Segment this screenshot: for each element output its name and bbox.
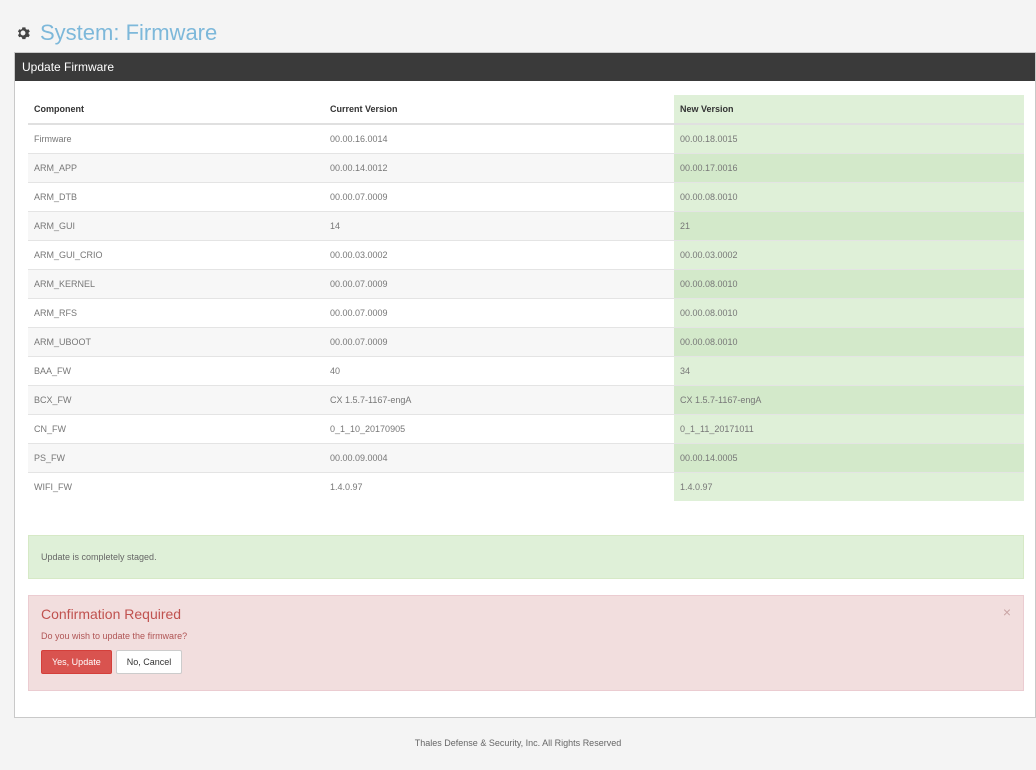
table-row: CN_FW 0_1_10_20170905 0_1_11_20171011 xyxy=(28,414,1024,443)
cell-new-version: 21 xyxy=(674,211,1024,240)
cell-new-version: 00.00.03.0002 xyxy=(674,240,1024,269)
cell-current-version: 0_1_10_20170905 xyxy=(330,423,406,434)
cell-component: BCX_FW xyxy=(28,385,324,414)
no-cancel-button[interactable]: No, Cancel xyxy=(115,650,183,674)
cell-new-version: 00.00.08.0010 xyxy=(674,327,1024,356)
confirmation-question: Do you wish to update the firmware? xyxy=(41,631,188,641)
cell-component: Firmware xyxy=(34,133,72,144)
cell-component: WIFI_FW xyxy=(34,481,72,492)
cell-current-version: 14 xyxy=(324,211,674,240)
cell-new-version: 00.00.08.0010 xyxy=(674,298,1024,327)
cell-component: ARM_GUI xyxy=(28,211,324,240)
cell-component: ARM_DTB xyxy=(34,191,78,202)
cell-new-version: 34 xyxy=(674,356,1024,385)
table-row: Firmware 00.00.16.0014 00.00.18.0015 xyxy=(28,124,1024,153)
column-header-current-version: Current Version xyxy=(330,104,398,114)
cell-component: CN_FW xyxy=(34,423,66,434)
column-header-component: Component xyxy=(34,104,84,114)
firmware-table: Component Current Version New Version Fi… xyxy=(28,95,1024,501)
cell-new-version: 1.4.0.97 xyxy=(674,472,1024,501)
firmware-table-wrapper: Component Current Version New Version Fi… xyxy=(28,95,1024,501)
confirmation-alert: × Confirmation Required Do you wish to u… xyxy=(28,595,1024,691)
gear-icon xyxy=(17,27,30,40)
cell-component: ARM_UBOOT xyxy=(28,327,324,356)
cell-current-version: 00.00.09.0004 xyxy=(324,443,674,472)
cell-current-version: 00.00.16.0014 xyxy=(330,133,388,144)
cell-new-version: 00.00.18.0015 xyxy=(674,124,1024,153)
cell-current-version: 00.00.14.0012 xyxy=(324,153,674,182)
cell-current-version: 00.00.07.0009 xyxy=(330,307,388,318)
column-header-new-version: New Version xyxy=(674,95,1024,124)
page-header: System: Firmware xyxy=(16,20,217,46)
table-row: PS_FW 00.00.09.0004 00.00.14.0005 xyxy=(28,443,1024,472)
confirmation-title: Confirmation Required xyxy=(41,606,182,622)
cell-current-version: 40 xyxy=(330,365,341,376)
cell-component: ARM_GUI_CRIO xyxy=(34,249,103,260)
cell-new-version: 00.00.17.0016 xyxy=(674,153,1024,182)
table-row: ARM_APP 00.00.14.0012 00.00.17.0016 xyxy=(28,153,1024,182)
table-row: ARM_KERNEL 00.00.07.0009 00.00.08.0010 xyxy=(28,269,1024,298)
cell-new-version: CX 1.5.7-1167-engA xyxy=(674,385,1024,414)
table-row: ARM_GUI 14 21 xyxy=(28,211,1024,240)
panel-heading: Update Firmware xyxy=(15,53,1035,81)
cell-current-version: 00.00.07.0009 xyxy=(324,327,674,356)
update-firmware-panel: Update Firmware Component Current Versio… xyxy=(14,52,1036,718)
table-row: BAA_FW 40 34 xyxy=(28,356,1024,385)
staged-status-alert: Update is completely staged. xyxy=(28,535,1024,579)
footer-copyright: Thales Defense & Security, Inc. All Righ… xyxy=(414,738,622,748)
cell-component: ARM_KERNEL xyxy=(28,269,324,298)
table-header-row: Component Current Version New Version xyxy=(28,95,1024,124)
close-icon[interactable]: × xyxy=(1003,604,1011,620)
table-row: ARM_RFS 00.00.07.0009 00.00.08.0010 xyxy=(28,298,1024,327)
cell-component: ARM_APP xyxy=(28,153,324,182)
table-row: ARM_DTB 00.00.07.0009 00.00.08.0010 xyxy=(28,182,1024,211)
table-row: ARM_UBOOT 00.00.07.0009 00.00.08.0010 xyxy=(28,327,1024,356)
cell-current-version: 00.00.03.0002 xyxy=(330,249,388,260)
cell-new-version: 0_1_11_20171011 xyxy=(674,414,1024,443)
cell-current-version: CX 1.5.7-1167-engA xyxy=(324,385,674,414)
yes-update-button[interactable]: Yes, Update xyxy=(41,650,112,674)
table-row: BCX_FW CX 1.5.7-1167-engA CX 1.5.7-1167-en… xyxy=(28,385,1024,414)
cell-current-version: 00.00.07.0009 xyxy=(330,191,388,202)
cell-new-version: 00.00.14.0005 xyxy=(674,443,1024,472)
cell-component: BAA_FW xyxy=(34,365,72,376)
confirmation-buttons: Yes, Update No, Cancel xyxy=(41,650,1011,674)
cell-current-version: 00.00.07.0009 xyxy=(324,269,674,298)
cell-component: PS_FW xyxy=(28,443,324,472)
cell-current-version: 1.4.0.97 xyxy=(330,481,363,492)
table-row: WIFI_FW 1.4.0.97 1.4.0.97 xyxy=(28,472,1024,501)
table-row: ARM_GUI_CRIO 00.00.03.0002 00.00.03.0002 xyxy=(28,240,1024,269)
table-body: Firmware 00.00.16.0014 00.00.18.0015 ARM_AP… xyxy=(28,124,1024,501)
cell-new-version: 00.00.08.0010 xyxy=(674,269,1024,298)
cell-new-version: 00.00.08.0010 xyxy=(674,182,1024,211)
cell-component: ARM_RFS xyxy=(34,307,78,318)
page-title: System: Firmware xyxy=(40,20,218,45)
